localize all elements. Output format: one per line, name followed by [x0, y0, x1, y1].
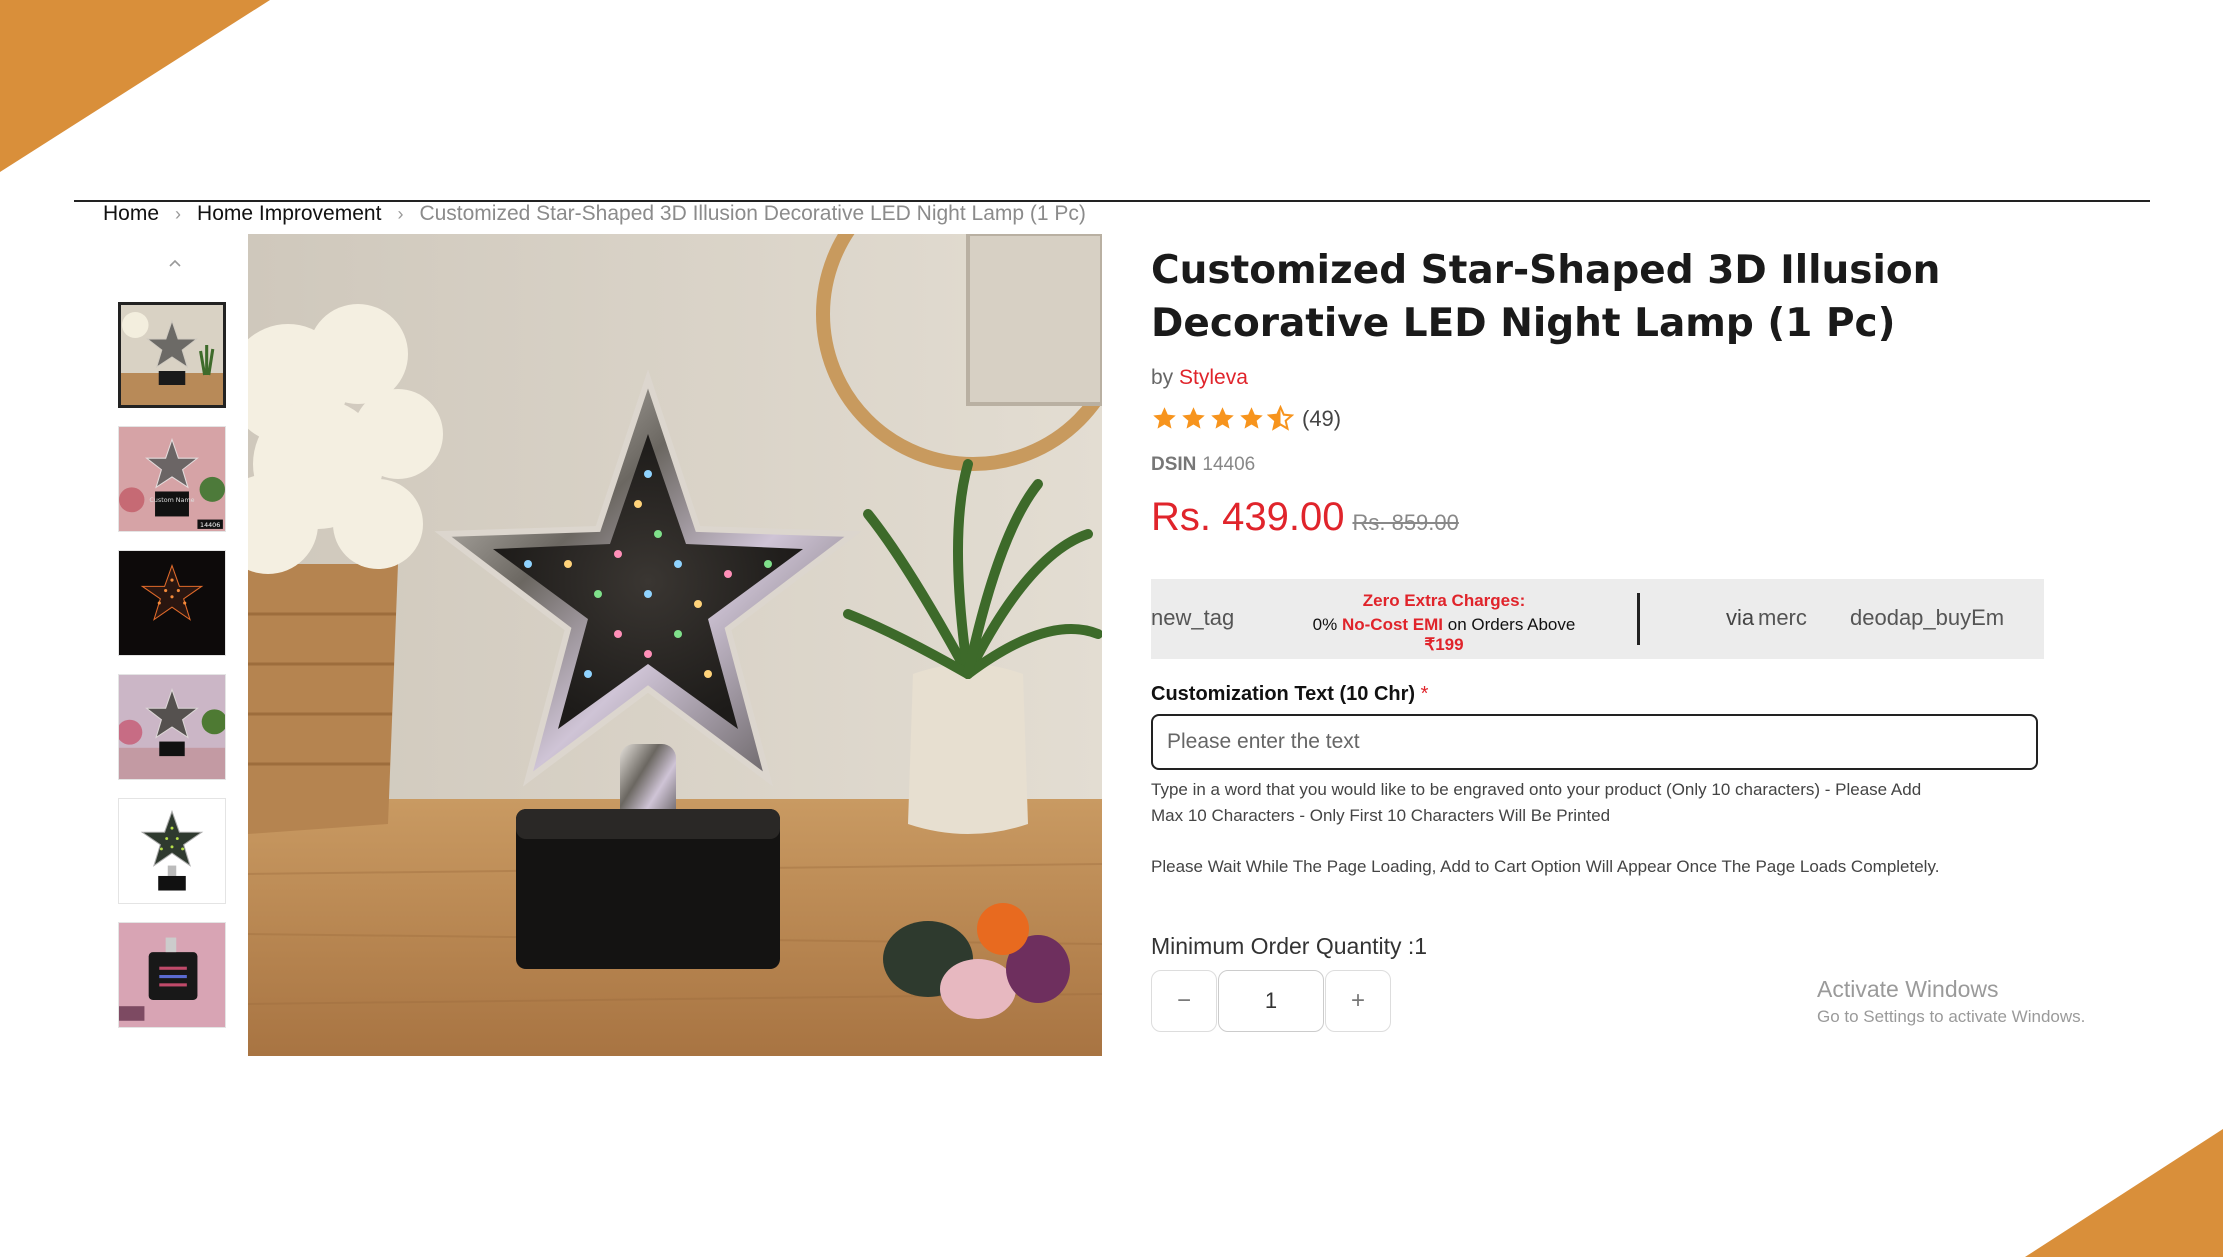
breadcrumb-category[interactable]: Home Improvement — [197, 202, 381, 226]
quantity-input[interactable] — [1218, 970, 1324, 1032]
quantity-decrease-button[interactable]: − — [1151, 970, 1217, 1032]
product-price: Rs. 439.00 Rs. 859.00 — [1151, 495, 1459, 540]
thumbnail-2-label: Custom Name — [149, 497, 194, 504]
emi-percent: 0% — [1312, 615, 1338, 634]
thumbnail-2[interactable]: Custom Name 14406 — [118, 426, 226, 532]
emi-amount: ₹199 — [1424, 635, 1464, 654]
chevron-right-icon: › — [175, 203, 182, 224]
thumbnail-2-code: 14406 — [200, 522, 220, 529]
quantity-increase-button[interactable]: + — [1325, 970, 1391, 1032]
product-rating[interactable]: (49) — [1151, 405, 1341, 432]
thumbnail-1[interactable] — [118, 302, 226, 408]
breadcrumb-current: Customized Star-Shaped 3D Illusion Decor… — [419, 202, 1086, 225]
watermark-title: Activate Windows — [1817, 976, 1999, 1002]
thumbnail-5[interactable] — [118, 798, 226, 904]
dsin-label: DSIN — [1151, 454, 1197, 475]
required-mark: * — [1420, 683, 1429, 705]
star-half-icon — [1267, 405, 1294, 431]
breadcrumb: Home › Home Improvement › Customized Sta… — [103, 202, 1086, 226]
sale-price: Rs. 439.00 — [1151, 495, 1345, 539]
page-loading-note: Please Wait While The Page Loading, Add … — [1151, 857, 1940, 876]
corner-decoration-bottom-right — [2025, 1129, 2223, 1257]
product-dsin: DSIN 14406 — [1151, 454, 1255, 476]
star-icon — [1182, 407, 1205, 429]
product-main-image[interactable] — [248, 234, 1102, 1056]
emi-details: 0% No-Cost EMI on Orders Above ₹199 — [1294, 615, 1594, 655]
breadcrumb-home[interactable]: Home — [103, 202, 159, 226]
emi-condition: on Orders Above — [1447, 615, 1576, 634]
emi-headline: Zero Extra Charges: — [1362, 591, 1526, 610]
customization-label-text: Customization Text (10 Chr) — [1151, 683, 1416, 705]
dsin-value: 14406 — [1202, 454, 1256, 475]
quantity-stepper: − + — [1151, 970, 1391, 1032]
emi-via: via — [1726, 605, 1755, 630]
vendor-prefix: by — [1151, 366, 1174, 389]
product-title: Customized Star-Shaped 3D Illusion Decor… — [1151, 248, 1941, 346]
merchant-image-alt: merc — [1758, 605, 1807, 630]
compare-price: Rs. 859.00 — [1352, 510, 1459, 535]
thumbnail-4[interactable] — [118, 674, 226, 780]
thumbnail-3[interactable] — [118, 550, 226, 656]
customization-help: Type in a word that you would like to be… — [1151, 780, 1922, 825]
buy-emi-image-alt: deodap_buyEm — [1850, 605, 2005, 630]
star-icon — [1211, 407, 1234, 429]
corner-decoration-top-left — [0, 0, 270, 172]
customization-text-input[interactable] — [1151, 714, 2038, 770]
rating-count[interactable]: (49) — [1302, 406, 1341, 432]
chevron-up-icon[interactable] — [165, 255, 185, 273]
emi-offer: Zero Extra Charges: 0% No-Cost EMI on Or… — [1294, 591, 1594, 655]
product-vendor: by Styleva — [1151, 366, 1248, 390]
star-icon — [1240, 407, 1263, 429]
thumbnail-6[interactable] — [118, 922, 226, 1028]
emi-banner: new_tag Zero Extra Charges: 0% No-Cost E… — [1151, 579, 2044, 659]
minimum-order-quantity: Minimum Order Quantity :1 — [1151, 933, 1428, 959]
vendor-link[interactable]: Styleva — [1179, 366, 1248, 389]
activate-windows-watermark: Activate Windows Go to Settings to activ… — [1817, 976, 2085, 1027]
star-icon — [1153, 407, 1176, 429]
customization-label: Customization Text (10 Chr) * — [1151, 683, 1428, 706]
new-tag-image-alt: new_tag — [1151, 605, 1235, 630]
chevron-right-icon: › — [397, 203, 404, 224]
emi-no-cost: No-Cost EMI — [1341, 615, 1444, 634]
emi-divider — [1637, 593, 1640, 645]
watermark-subtitle: Go to Settings to activate Windows. — [1817, 1007, 2086, 1026]
